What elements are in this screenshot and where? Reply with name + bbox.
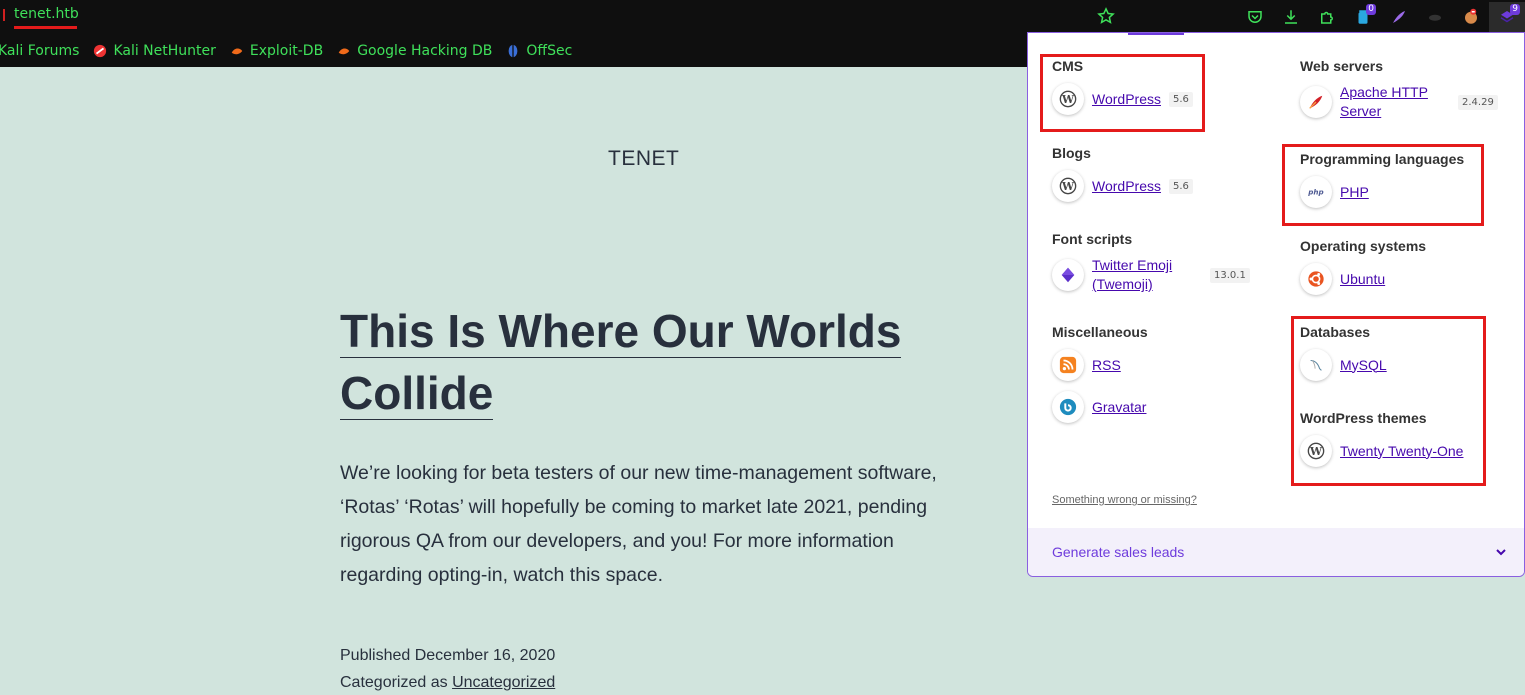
post-meta: Published December 16, 2020 Categorized … — [340, 642, 555, 695]
highlight-box-cms — [1040, 54, 1205, 132]
bookmark-star-icon[interactable] — [1097, 7, 1115, 25]
published-date: Published December 16, 2020 — [340, 647, 556, 664]
wappalyzer-popup: CMS W WordPress 5.6 Blogs W WordPress 5.… — [1027, 32, 1525, 577]
group-miscellaneous: Miscellaneous RSS Gravatar — [1052, 324, 1148, 433]
extensions-toolbar: 0 9 — [1237, 0, 1525, 34]
popup-tab-indicator — [1128, 33, 1184, 35]
tech-item[interactable]: Twitter Emoji (Twemoji) 13.0.1 — [1052, 256, 1250, 294]
post-title[interactable]: This Is Where Our Worlds Collide — [340, 300, 940, 424]
apache-feather-icon — [1300, 86, 1332, 118]
tech-item[interactable]: Ubuntu — [1300, 263, 1426, 295]
tech-item[interactable]: Gravatar — [1052, 391, 1148, 423]
puzzle-icon — [1321, 11, 1333, 24]
bookmark-label: Exploit-DB — [249, 42, 324, 59]
bookmark-label: Kali NetHunter — [113, 42, 216, 59]
categorized-prefix: Categorized as — [340, 674, 453, 691]
version-badge: 13.0.1 — [1210, 267, 1250, 283]
counter-extension-button[interactable]: 0 — [1345, 2, 1381, 32]
ghdb-icon — [338, 48, 350, 54]
bookmark-label: Google Hacking DB — [357, 42, 493, 59]
category-link[interactable]: Uncategorized — [452, 674, 555, 691]
group-heading: Web servers — [1300, 58, 1384, 74]
cookie-extension-button[interactable] — [1453, 2, 1489, 32]
version-badge: 2.4.29 — [1458, 94, 1498, 110]
svg-text:W: W — [1061, 180, 1075, 193]
pocket-icon — [1248, 11, 1262, 23]
tech-link[interactable]: WordPress — [1092, 177, 1161, 196]
feather-icon — [1393, 11, 1405, 23]
group-heading: Blogs — [1052, 145, 1091, 161]
wordpress-icon: W — [1052, 170, 1084, 202]
feedback-link[interactable]: Something wrong or missing? — [1052, 494, 1197, 506]
group-heading: Operating systems — [1300, 238, 1427, 254]
download-icon — [1285, 10, 1297, 24]
site-title[interactable]: TENET — [608, 147, 679, 171]
rss-icon — [1052, 349, 1084, 381]
tech-link[interactable]: Gravatar — [1092, 398, 1146, 417]
site-identity-icon[interactable] — [0, 9, 5, 21]
bookmark-label: Kali Forums — [0, 42, 80, 59]
version-badge: 5.6 — [1168, 178, 1193, 194]
gravatar-icon — [1052, 391, 1084, 423]
highlight-box-databases-themes — [1291, 316, 1486, 486]
extensions-button[interactable] — [1309, 2, 1345, 32]
tech-item[interactable]: W WordPress 5.6 — [1052, 170, 1193, 202]
group-web-servers: Web servers Apache HTTP Server 2.4.29 — [1300, 58, 1498, 131]
group-heading: Font scripts — [1052, 231, 1133, 247]
post-excerpt: We’re looking for beta testers of our ne… — [340, 462, 937, 586]
tech-item[interactable]: RSS — [1052, 349, 1148, 381]
bookmark-google-hacking-db[interactable]: Google Hacking DB — [337, 43, 492, 59]
exploit-db-icon — [231, 48, 243, 54]
url-text[interactable]: tenet.htb — [14, 6, 79, 22]
url-highlight-underline — [14, 26, 77, 29]
group-font-scripts: Font scripts Twitter Emoji (Twemoji) 13.… — [1052, 231, 1250, 304]
ubuntu-icon — [1300, 263, 1332, 295]
tech-link[interactable]: Apache HTTP Server — [1340, 83, 1450, 121]
counter-badge: 0 — [1366, 4, 1376, 15]
wappalyzer-badge: 9 — [1510, 4, 1520, 15]
bookmark-offsec[interactable]: OffSec — [506, 43, 572, 59]
hackbar-extension-button[interactable] — [1381, 2, 1417, 32]
bookmark-kali-forums[interactable]: Kali Forums — [0, 43, 79, 59]
twemoji-icon — [1052, 259, 1084, 291]
nethunter-icon — [94, 44, 107, 57]
bookmark-exploit-db[interactable]: Exploit-DB — [230, 43, 323, 59]
group-blogs: Blogs W WordPress 5.6 — [1052, 145, 1193, 212]
tech-link[interactable]: Twitter Emoji (Twemoji) — [1092, 256, 1202, 294]
highlight-box-programming-languages — [1282, 144, 1484, 226]
group-heading: Miscellaneous — [1052, 324, 1148, 340]
bookmark-label: OffSec — [526, 42, 573, 59]
bookmark-kali-nethunter[interactable]: Kali NetHunter — [93, 42, 216, 59]
browser-toolbar: tenet.htb 0 9 — [0, 0, 1525, 34]
downloads-button[interactable] — [1273, 2, 1309, 32]
wappalyzer-extension-button[interactable]: 9 — [1489, 2, 1525, 32]
sales-leads-bar[interactable]: Generate sales leads — [1028, 528, 1524, 576]
category-line: Categorized as Uncategorized — [340, 669, 555, 695]
pocket-button[interactable] — [1237, 2, 1273, 32]
dark-extension-button[interactable] — [1417, 2, 1453, 32]
offsec-icon — [509, 44, 518, 57]
sales-leads-label: Generate sales leads — [1052, 544, 1185, 560]
tech-item[interactable]: Apache HTTP Server 2.4.29 — [1300, 83, 1498, 121]
post-title-link[interactable]: This Is Where Our Worlds Collide — [340, 305, 902, 420]
tech-link[interactable]: RSS — [1092, 356, 1121, 375]
group-operating-systems: Operating systems Ubuntu — [1300, 238, 1426, 305]
cookie-icon — [1465, 8, 1477, 24]
dark-mode-icon — [1429, 14, 1441, 21]
chevron-down-icon — [1496, 549, 1506, 556]
tech-link[interactable]: Ubuntu — [1340, 270, 1385, 289]
